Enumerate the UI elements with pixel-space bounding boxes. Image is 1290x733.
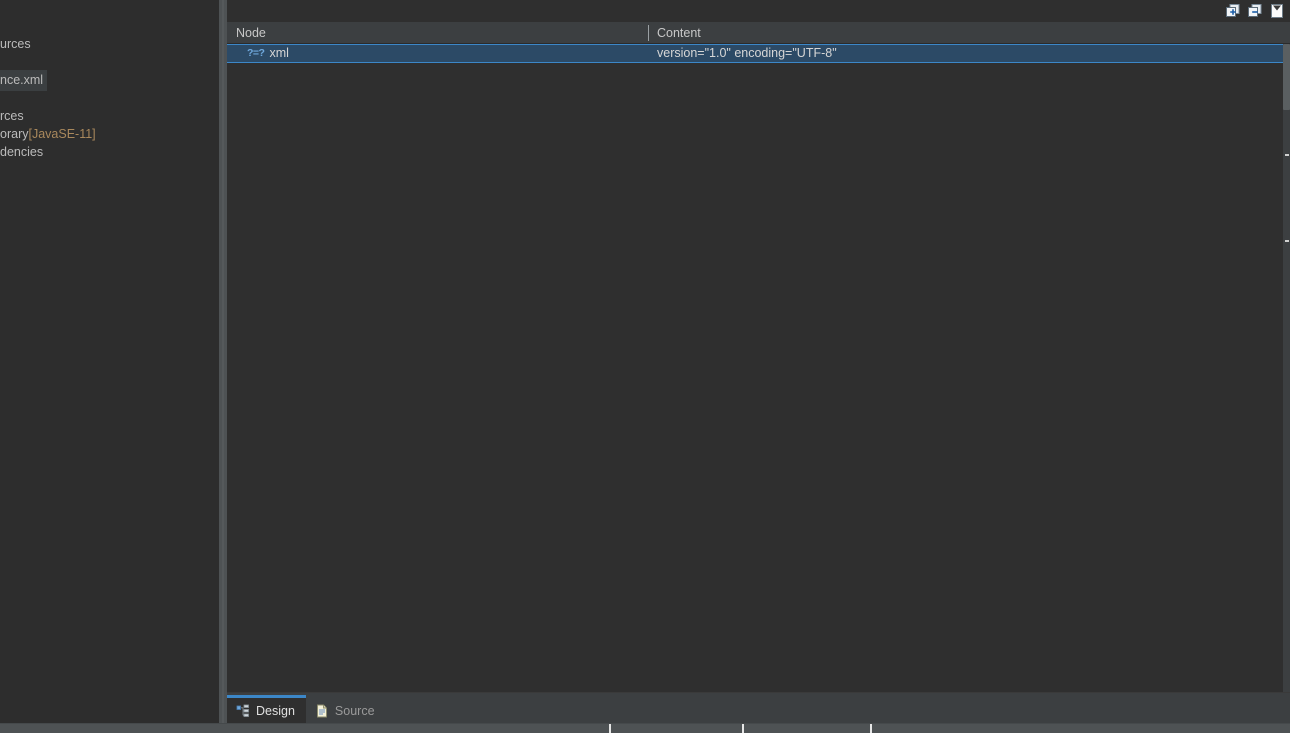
editor-tab-bar: Design Source [227,693,1290,723]
collapse-all-icon[interactable] [1247,3,1263,19]
tree-item-label: nce.xml [0,69,48,91]
cell-content: version="1.0" encoding="UTF-8" [657,46,837,60]
sash-grip [222,0,224,733]
scrollbar-marker [1285,154,1289,156]
project-explorer-panel: urces nce.xml rces orary [JavaSE-11] den… [0,0,220,723]
scrollbar-thumb[interactable] [1283,44,1290,110]
status-bar-separator [870,724,872,733]
column-header-node[interactable]: Node [227,22,648,44]
tree-item-dependencies[interactable]: dencies [0,143,43,161]
table-row[interactable]: ?=? xml version="1.0" encoding="UTF-8" [227,44,1290,63]
editor-toolbar [227,0,1290,22]
status-bar-top-edge [0,723,1290,724]
tree-item-label: urces [0,37,31,51]
tree-item[interactable]: urces [0,35,31,53]
tree-item-label: orary [0,127,29,141]
eclipse-workbench: urces nce.xml rces orary [JavaSE-11] den… [0,0,1290,733]
scrollbar-marker [1285,240,1289,242]
column-header-content[interactable]: Content [648,22,1290,44]
cell-node: ?=? xml [227,44,648,63]
tree-table-body: ?=? xml version="1.0" encoding="UTF-8" [227,44,1290,693]
xml-design-editor: Node Content ?=? xml version="1.0" encod… [227,0,1290,723]
document-icon [315,704,329,718]
panel-sash-divider[interactable] [220,0,227,733]
tree-item-label: dencies [0,145,44,159]
status-bar-separator [609,724,611,733]
tab-design[interactable]: Design [227,695,306,723]
xml-processing-instruction-icon: ?=? [247,47,265,59]
tab-source[interactable]: Source [306,698,386,723]
filter-icon[interactable] [1269,3,1285,19]
node-label: xml [269,46,289,60]
status-bar-separator [742,724,744,733]
tree-item-persistence-xml[interactable]: nce.xml [0,69,48,91]
tree-table-header: Node Content [227,22,1290,44]
tab-design-label: Design [256,703,295,718]
tree-outline-icon [236,704,250,718]
expand-all-icon[interactable] [1225,3,1241,19]
tab-source-label: Source [334,703,375,718]
status-bar [0,723,1290,733]
tree-item-label: rces [0,109,24,123]
tree-item-jre-library[interactable]: orary [JavaSE-11] [0,125,96,143]
tree-item-jre-suffix: [JavaSE-11] [28,127,96,141]
tree-item[interactable]: rces [0,107,24,125]
editor-vertical-scrollbar[interactable] [1283,44,1290,692]
